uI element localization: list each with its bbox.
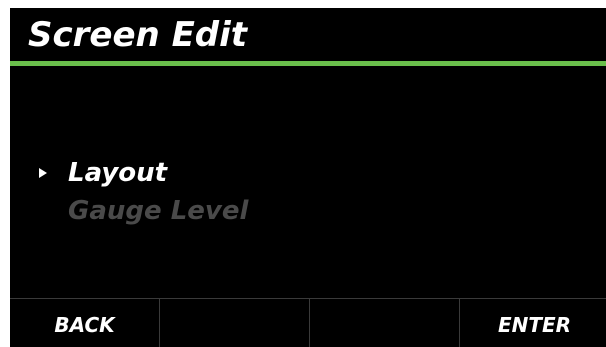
enter-button[interactable]: ENTER	[460, 299, 606, 347]
page-title: Screen Edit	[28, 15, 248, 55]
menu-item-label: Gauge Level	[68, 196, 249, 226]
display-screen: Screen Edit Layout Gauge Level BACK ENTE…	[10, 8, 606, 347]
softkey-2[interactable]	[160, 299, 310, 347]
softkey-3[interactable]	[310, 299, 460, 347]
title-bar: Screen Edit	[10, 8, 606, 61]
softkey-bar: BACK ENTER	[10, 298, 606, 347]
menu-item-label: Layout	[68, 158, 168, 188]
back-button[interactable]: BACK	[10, 299, 160, 347]
menu-list: Layout Gauge Level	[10, 158, 606, 234]
menu-item-layout[interactable]: Layout	[10, 158, 606, 196]
menu-item-gauge-level[interactable]: Gauge Level	[10, 196, 606, 234]
title-divider	[10, 61, 606, 66]
selection-arrow-icon	[39, 168, 47, 178]
